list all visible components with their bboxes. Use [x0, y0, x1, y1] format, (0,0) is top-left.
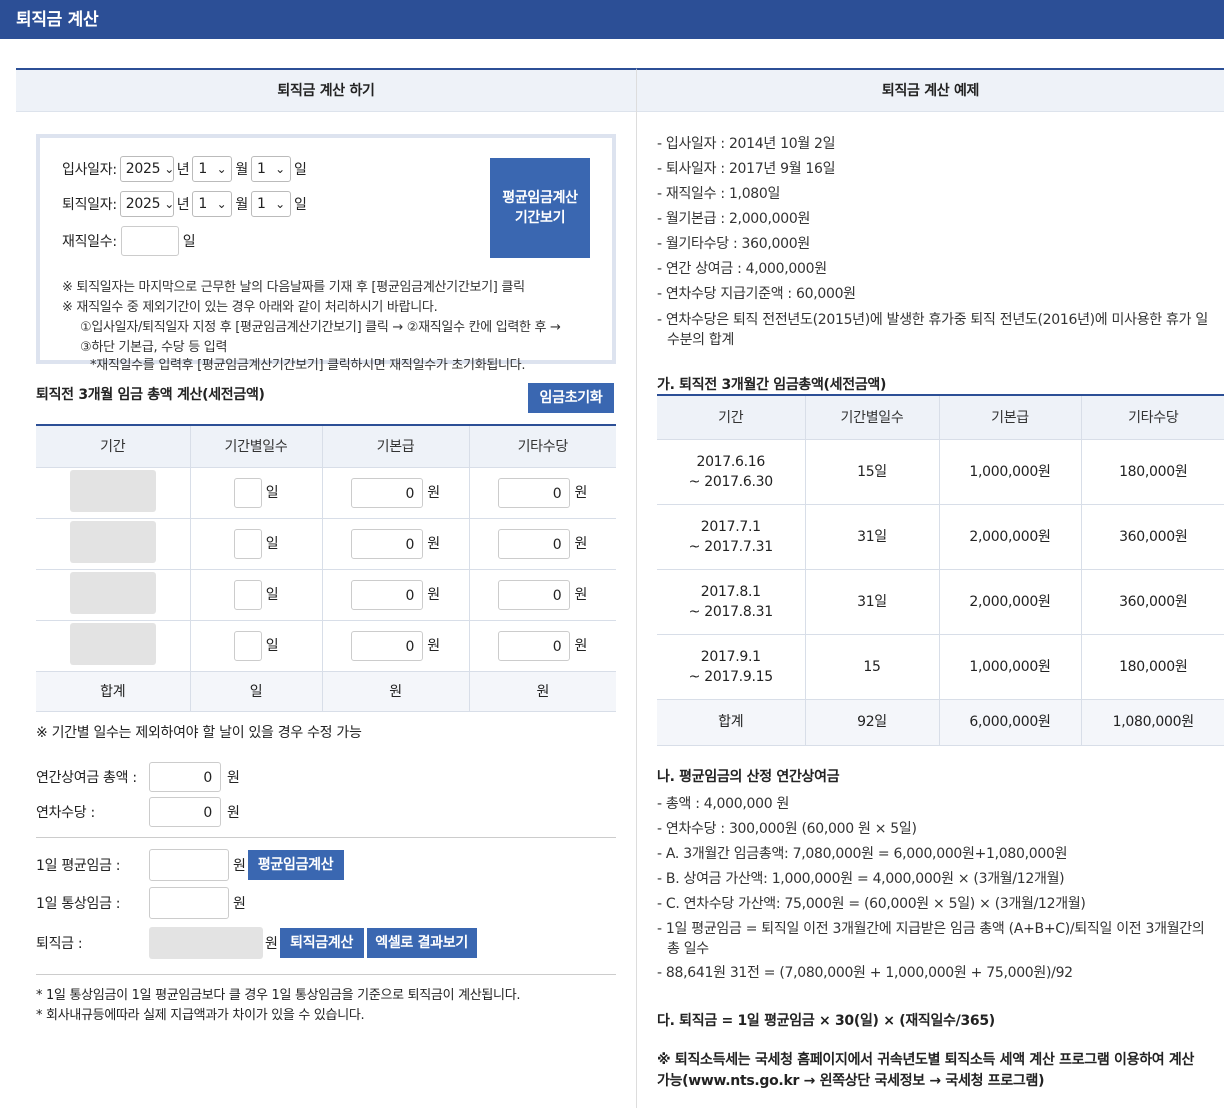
table-row: 일 0 원 0 원: [36, 467, 616, 519]
base-pay-input[interactable]: 0: [351, 579, 424, 610]
ordinary-wage-input[interactable]: [149, 887, 229, 919]
period-days-input[interactable]: [233, 579, 262, 610]
calculator-header: 퇴직금 계산 하기: [16, 70, 636, 112]
chevron-down-icon: ⌄: [164, 162, 174, 176]
example-info-list: - 입사일자 : 2014년 10월 2일 - 퇴사일자 : 2017년 9월 …: [657, 136, 1208, 348]
annual-leave-row: 연차수당 : 0 원: [36, 797, 240, 827]
other-allowance-input[interactable]: 0: [498, 630, 571, 661]
service-days-input[interactable]: [120, 226, 179, 256]
date-input-box: 입사일자: 2025 ⌄ 년 1 ⌄ 월 1 ⌄ 일 퇴직일자: 2025 ⌄ 년 1 ⌄…: [36, 134, 616, 373]
period-days-input[interactable]: [233, 630, 262, 661]
start-date-row: 입사일자: 2025 ⌄ 년 1 ⌄ 월 1 ⌄ 일: [62, 156, 307, 182]
end-month-select[interactable]: 1 ⌄: [192, 191, 233, 217]
end-date-label: 퇴직일자:: [62, 197, 117, 213]
table-row: 2017.7.1 ~ 2017.7.31 31일 2,000,000원 360,0…: [657, 504, 1224, 570]
severance-row: 퇴직금 : 원 퇴직금계산 엑셀로 결과보기: [36, 927, 477, 959]
ordinary-wage-label: 1일 통상임금 :: [36, 896, 121, 912]
excel-export-button[interactable]: 엑셀로 결과보기: [366, 928, 477, 958]
period-placeholder: [69, 622, 156, 665]
annual-leave-input[interactable]: 0: [149, 797, 221, 827]
period-days-input[interactable]: [233, 528, 262, 559]
base-pay-input[interactable]: 0: [351, 528, 424, 559]
table-row: 2017.6.16 ~ 2017.6.30 15일 1,000,000원 180,…: [657, 439, 1224, 505]
chevron-down-icon: ⌄: [216, 197, 227, 211]
reset-wage-button[interactable]: 임금초기화: [528, 383, 614, 413]
service-days-row: 재직일수: 일: [62, 226, 196, 256]
section-b-title: 나. 평균임금의 산정 연간상여금: [657, 769, 840, 785]
period-days-input[interactable]: [233, 477, 262, 508]
base-pay-input[interactable]: 0: [351, 477, 424, 508]
start-date-label: 입사일자:: [62, 162, 117, 178]
period-placeholder: [69, 571, 156, 614]
end-date-row: 퇴직일자: 2025 ⌄ 년 1 ⌄ 월 1 ⌄ 일: [62, 191, 307, 217]
bonus-label: 연간상여금 총액 :: [36, 770, 137, 786]
section-a-title: 가. 퇴직전 3개월간 임금총액(세전금액): [657, 377, 887, 393]
annual-leave-label: 연차수당 :: [36, 805, 95, 821]
severance-label: 퇴직금 :: [36, 936, 83, 952]
chevron-down-icon: ⌄: [275, 162, 285, 176]
start-month-select[interactable]: 1 ⌄: [192, 156, 233, 182]
divider: [36, 837, 616, 838]
date-notes: ※ 퇴직일자는 마지막으로 근무한 날의 다음날짜를 기재 후 [평균임금계산기…: [62, 280, 561, 373]
section-c-formula: 다. 퇴직금 = 1일 평균임금 × 30(일) × (재직일수/365): [657, 1013, 995, 1029]
bonus-row: 연간상여금 총액 : 0 원: [36, 762, 240, 792]
table-row: 2017.9.1 ~ 2017.9.15 15 1,000,000원 180,00…: [657, 634, 1224, 700]
service-days-label: 재직일수:: [62, 234, 117, 250]
tax-note: ※ 퇴직소득세는 국세청 홈페이지에서 귀속년도별 퇴직소득 세액 계산 프로그…: [657, 1052, 1195, 1089]
table-row: 일 0 원 0 원: [36, 518, 616, 570]
app-title: 퇴직금 계산: [16, 10, 99, 30]
wage-table: 기간 기간별일수 기본급 기타수당 일 0 원 0 원 일 0 원 0 원 일 …: [36, 424, 616, 712]
start-day-select[interactable]: 1 ⌄: [250, 156, 291, 182]
other-allowance-input[interactable]: 0: [498, 477, 571, 508]
chevron-down-icon: ⌄: [216, 162, 227, 176]
days-note: ※ 기간별 일수는 제외하여야 할 날이 있을 경우 수정 가능: [36, 725, 362, 741]
avg-wage-row: 1일 평균임금 : 원 평균임금계산: [36, 849, 344, 881]
avg-wage-input[interactable]: [149, 849, 229, 881]
sum-row: 합계 92일 6,000,000원 1,080,000원: [657, 699, 1224, 746]
section-b-list: - 총액 : 4,000,000 원 - 연차수당 : 300,000원 (60…: [657, 796, 1205, 981]
table-row: 2017.8.1 ~ 2017.8.31 31일 2,000,000원 360,0…: [657, 569, 1224, 635]
example-table: 기간 기간별일수 기본급 기타수당 2017.6.16 ~ 2017.6.30 1…: [657, 394, 1224, 746]
chevron-down-icon: ⌄: [275, 197, 285, 211]
divider: [36, 974, 616, 975]
end-year-select[interactable]: 2025 ⌄: [119, 191, 174, 217]
table-row: 일 0 원 0 원: [36, 620, 616, 672]
calculator-panel: 퇴직금 계산 하기 입사일자: 2025 ⌄ 년 1 ⌄ 월 1 ⌄ 일 퇴직일자: …: [16, 68, 636, 1108]
annual-bonus-input[interactable]: 0: [149, 762, 221, 792]
ordinary-wage-row: 1일 통상임금 : 원: [36, 887, 246, 919]
sum-row: 합계 일 원 원: [36, 671, 616, 712]
avg-wage-calc-button[interactable]: 평균임금계산: [247, 850, 344, 880]
chevron-down-icon: ⌄: [164, 197, 174, 211]
period-placeholder: [69, 520, 156, 563]
example-panel: 퇴직금 계산 예제 - 입사일자 : 2014년 10월 2일 - 퇴사일자 :…: [636, 68, 1224, 1108]
wage-section-title: 퇴직전 3개월 임금 총액 계산(세전금액): [36, 387, 265, 403]
footer-notes: * 1일 통상임금이 1일 평균임금보다 클 경우 1일 통상임금을 기준으로 …: [36, 988, 521, 1023]
other-allowance-input[interactable]: 0: [498, 579, 571, 610]
example-header: 퇴직금 계산 예제: [637, 70, 1224, 112]
period-view-button[interactable]: 평균임금계산 기간보기: [490, 158, 590, 258]
start-year-select[interactable]: 2025 ⌄: [119, 156, 174, 182]
severance-result: [149, 927, 263, 959]
period-placeholder: [69, 469, 156, 512]
base-pay-input[interactable]: 0: [351, 630, 424, 661]
avg-wage-label: 1일 평균임금 :: [36, 858, 121, 874]
severance-calc-button[interactable]: 퇴직금계산: [279, 928, 364, 958]
other-allowance-input[interactable]: 0: [498, 528, 571, 559]
app-title-bar: 퇴직금 계산: [0, 0, 1224, 39]
table-row: 일 0 원 0 원: [36, 569, 616, 621]
end-day-select[interactable]: 1 ⌄: [250, 191, 291, 217]
